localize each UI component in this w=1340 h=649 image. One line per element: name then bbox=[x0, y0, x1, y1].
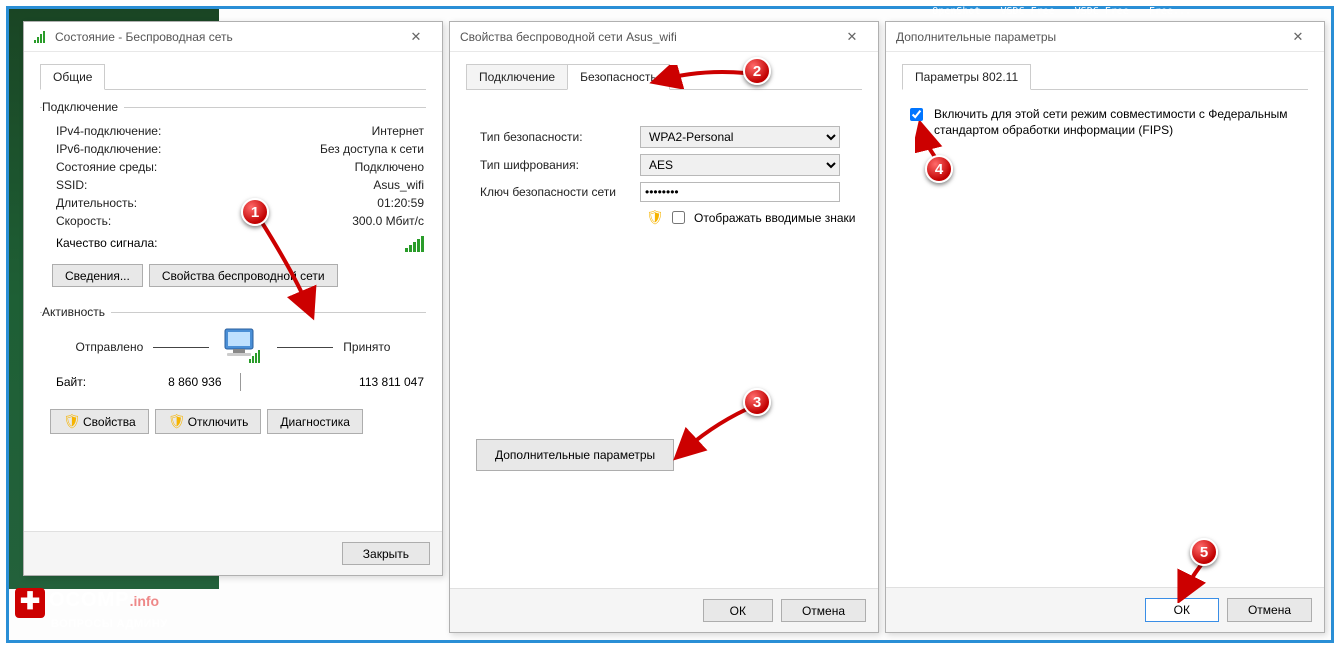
window-title: Состояние - Беспроводная сеть bbox=[55, 30, 233, 44]
bytes-label: Байт: bbox=[56, 375, 116, 389]
annotation-badge-5: 5 bbox=[1190, 538, 1218, 566]
ssid-value: Asus_wifi bbox=[294, 178, 424, 192]
titlebar[interactable]: Состояние - Беспроводная сеть ✕ bbox=[24, 22, 442, 52]
bytes-recv: 113 811 047 bbox=[259, 375, 425, 389]
duration-value: 01:20:59 bbox=[294, 196, 424, 210]
tabs: Общие bbox=[40, 64, 426, 90]
close-button[interactable]: Закрыть bbox=[342, 542, 430, 565]
activity-separator bbox=[240, 373, 241, 391]
annotation-badge-4: 4 bbox=[925, 155, 953, 183]
window-title: Дополнительные параметры bbox=[896, 30, 1278, 44]
tab-general[interactable]: Общие bbox=[40, 64, 105, 90]
advanced-settings-button[interactable]: Дополнительные параметры bbox=[476, 439, 674, 471]
show-characters-checkbox[interactable] bbox=[672, 211, 685, 224]
tab-80211[interactable]: Параметры 802.11 bbox=[902, 64, 1031, 90]
ipv4-value: Интернет bbox=[294, 124, 424, 138]
titlebar[interactable]: Дополнительные параметры ✕ bbox=[886, 22, 1324, 52]
shield-icon: 🛡 bbox=[168, 413, 184, 430]
window-wifi-status: Состояние - Беспроводная сеть ✕ Общие По… bbox=[23, 21, 443, 576]
bytes-sent: 8 860 936 bbox=[116, 375, 222, 389]
details-button[interactable]: Сведения... bbox=[52, 264, 143, 287]
ipv4-label: IPv4-подключение: bbox=[56, 124, 294, 138]
signal-bars-icon bbox=[405, 236, 424, 252]
cancel-button[interactable]: Отмена bbox=[1227, 598, 1312, 622]
security-type-select[interactable]: WPA2-Personal bbox=[640, 126, 840, 148]
group-connection-legend: Подключение bbox=[42, 100, 124, 114]
ssid-label: SSID: bbox=[56, 178, 294, 192]
tab-security[interactable]: Безопасность bbox=[567, 64, 670, 90]
window-wifi-properties: Свойства беспроводной сети Asus_wifi ✕ П… bbox=[449, 21, 879, 633]
wireless-properties-button[interactable]: Свойства беспроводной сети bbox=[149, 264, 338, 287]
ipv6-label: IPv6-подключение: bbox=[56, 142, 294, 156]
tabs: Подключение Безопасность bbox=[466, 64, 862, 90]
media-value: Подключено bbox=[294, 160, 424, 174]
network-activity-icon bbox=[219, 327, 267, 367]
group-activity-legend: Активность bbox=[42, 305, 111, 319]
annotation-badge-1: 1 bbox=[241, 198, 269, 226]
logo-cross-icon bbox=[15, 588, 45, 618]
desktop-icons: OpenShot VSDC Free VSDC Free Free... bbox=[932, 6, 1191, 20]
ok-button[interactable]: ОК bbox=[1145, 598, 1219, 622]
close-icon[interactable]: ✕ bbox=[1278, 23, 1318, 51]
group-connection: Подключение IPv4-подключение:Интернет IP… bbox=[40, 100, 426, 291]
annotation-badge-3: 3 bbox=[743, 388, 771, 416]
activity-line-right bbox=[277, 347, 333, 348]
annotation-badge-2: 2 bbox=[743, 57, 771, 85]
fips-label: Включить для этой сети режим совместимос… bbox=[934, 106, 1304, 138]
sent-label: Отправлено bbox=[76, 340, 144, 354]
security-key-input[interactable] bbox=[640, 182, 840, 202]
tab-connection[interactable]: Подключение bbox=[466, 64, 568, 90]
window-title: Свойства беспроводной сети Asus_wifi bbox=[460, 30, 832, 44]
speed-value: 300.0 Мбит/с bbox=[294, 214, 424, 228]
recv-label: Принято bbox=[343, 340, 390, 354]
close-icon[interactable]: ✕ bbox=[832, 23, 872, 51]
properties-button[interactable]: 🛡Свойства bbox=[50, 409, 149, 434]
watermark: OCOMP.info ВОПРОСЫ АДМИНУ bbox=[15, 588, 168, 630]
tabs: Параметры 802.11 bbox=[902, 64, 1308, 90]
ok-button[interactable]: ОК bbox=[703, 599, 773, 622]
activity-line-left bbox=[153, 347, 209, 348]
shield-icon: 🛡 bbox=[63, 413, 79, 430]
security-type-label: Тип безопасности: bbox=[480, 130, 640, 144]
group-activity: Активность Отправлено bbox=[40, 305, 426, 393]
disable-button[interactable]: 🛡Отключить bbox=[155, 409, 262, 434]
fips-checkbox[interactable] bbox=[910, 108, 923, 121]
security-key-label: Ключ безопасности сети bbox=[480, 185, 640, 199]
signal-label: Качество сигнала: bbox=[56, 236, 405, 252]
cancel-button[interactable]: Отмена bbox=[781, 599, 866, 622]
diagnose-button[interactable]: Диагностика bbox=[267, 409, 363, 434]
ipv6-value: Без доступа к сети bbox=[294, 142, 424, 156]
show-characters-label: Отображать вводимые знаки bbox=[694, 211, 855, 225]
encryption-type-select[interactable]: AES bbox=[640, 154, 840, 176]
wifi-icon bbox=[34, 31, 45, 43]
media-label: Состояние среды: bbox=[56, 160, 294, 174]
encryption-type-label: Тип шифрования: bbox=[480, 158, 640, 172]
close-icon[interactable]: ✕ bbox=[396, 23, 436, 51]
window-advanced-settings: Дополнительные параметры ✕ Параметры 802… bbox=[885, 21, 1325, 633]
titlebar[interactable]: Свойства беспроводной сети Asus_wifi ✕ bbox=[450, 22, 878, 52]
shield-icon: 🛡 bbox=[646, 209, 662, 226]
